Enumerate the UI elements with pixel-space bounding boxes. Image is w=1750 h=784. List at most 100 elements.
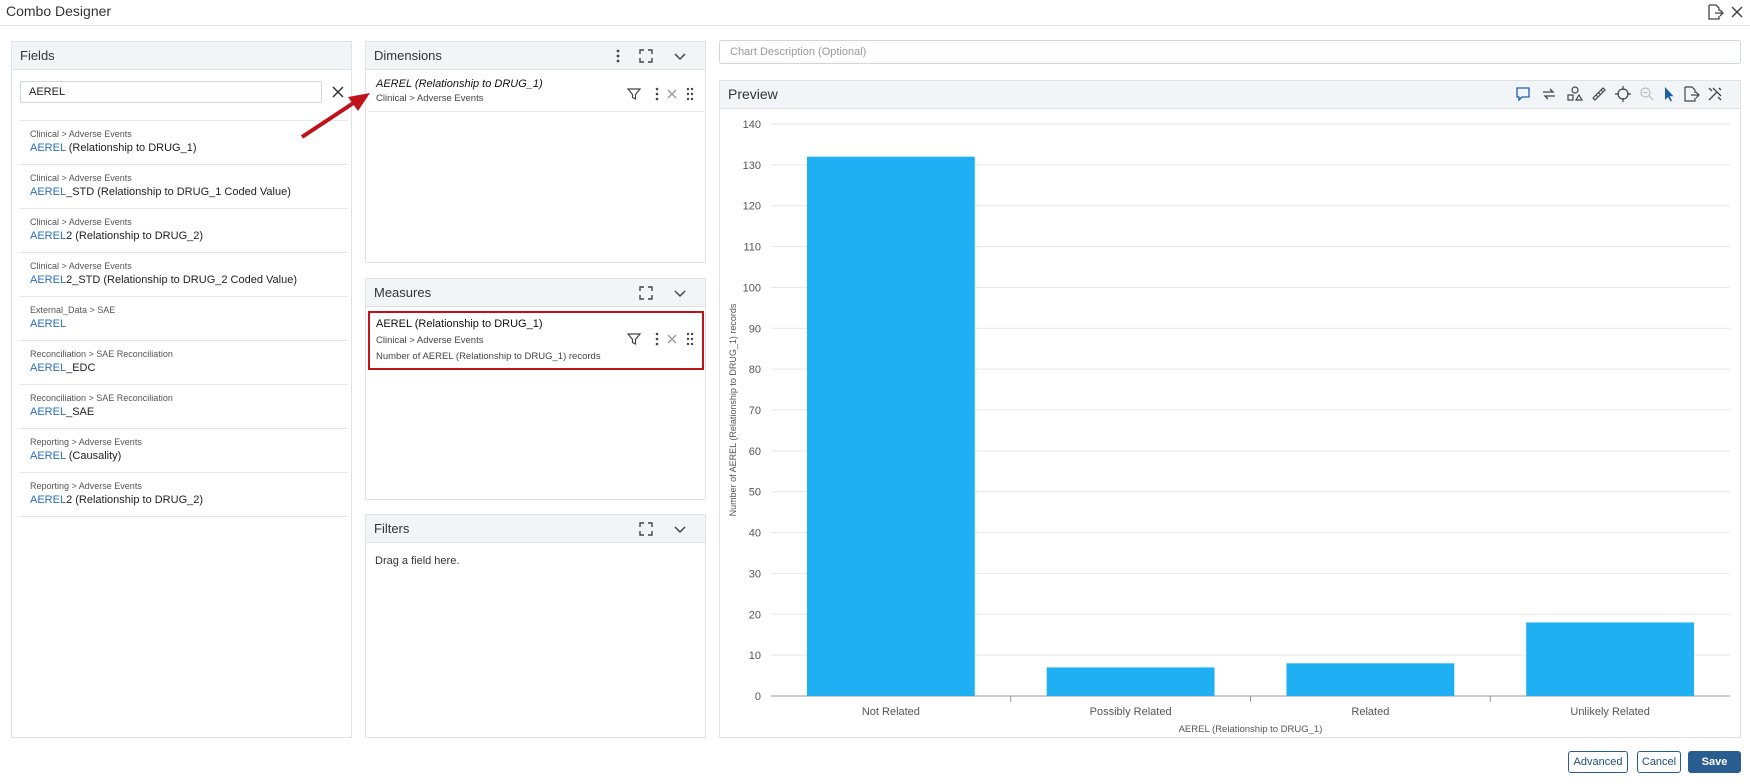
field-path: Clinical > Adverse Events [30, 129, 132, 139]
bar [1286, 663, 1455, 696]
field-list-item[interactable]: Reconciliation > SAE Reconciliation AEREL… [20, 384, 348, 428]
bar [1046, 667, 1215, 696]
drag-handle-icon[interactable] [682, 86, 698, 102]
filter-icon[interactable] [626, 331, 642, 347]
field-name-rest: _STD (Relationship to DRUG_1 Coded Value… [66, 186, 291, 198]
y-tick-label: 110 [743, 242, 761, 254]
field-path: Reconciliation > SAE Reconciliation [30, 349, 173, 359]
dimension-item-path: Clinical > Adverse Events [376, 93, 484, 104]
field-list-item[interactable]: Reporting > Adverse Events AEREL2 (Relati… [20, 472, 348, 516]
annotation-arrow [300, 93, 370, 139]
field-name: AEREL2_STD (Relationship to DRUG_2 Coded… [30, 273, 338, 288]
zoom-out-icon[interactable] [1638, 85, 1656, 103]
field-list-item[interactable]: Clinical > Adverse Events AEREL_STD (Rela… [20, 164, 348, 208]
item-options-icon[interactable] [649, 86, 665, 102]
measures-panel-header: Measures [366, 279, 705, 307]
y-tick-label: 10 [749, 650, 761, 662]
field-name: AEREL2 (Relationship to DRUG_2) [30, 229, 338, 244]
dimension-item[interactable]: AEREL (Relationship to DRUG_1) Clinical … [368, 72, 704, 112]
remove-icon[interactable] [664, 331, 680, 347]
filters-drop-zone[interactable]: Drag a field here. [375, 555, 459, 567]
y-tick-label: 60 [749, 446, 761, 458]
export-chart-icon[interactable] [1682, 85, 1700, 103]
measures-panel-title: Measures [374, 285, 432, 300]
field-list-item[interactable]: Clinical > Adverse Events AEREL2 (Relatio… [20, 208, 348, 252]
expand-icon[interactable] [637, 520, 655, 538]
filter-icon[interactable] [626, 86, 642, 102]
expand-icon[interactable] [637, 47, 655, 65]
measures-panel: Measures AEREL (Relationship to DRUG_1) … [365, 278, 706, 500]
expand-icon[interactable] [637, 284, 655, 302]
cancel-button[interactable]: Cancel [1637, 751, 1681, 773]
save-button[interactable]: Save [1688, 751, 1741, 773]
field-name-match: AEREL [30, 142, 66, 154]
y-tick-label: 20 [749, 609, 761, 621]
y-tick-label: 80 [749, 364, 761, 376]
field-name: AEREL (Relationship to DRUG_1) [30, 141, 338, 156]
y-axis-label: Number of AEREL (Relationship to DRUG_1)… [728, 303, 738, 516]
field-name-rest: _SAE [66, 406, 95, 418]
field-path: Reporting > Adverse Events [30, 437, 142, 447]
measure-item-path: Clinical > Adverse Events [376, 335, 484, 346]
field-name-rest: (Relationship to DRUG_1) [65, 142, 197, 154]
y-tick-label: 120 [743, 201, 761, 213]
fields-panel-header: Fields [12, 42, 351, 70]
chevron-down-icon[interactable] [671, 520, 689, 538]
y-tick-label: 30 [749, 568, 761, 580]
close-window-icon[interactable] [1728, 3, 1746, 21]
field-name: AEREL [30, 317, 338, 332]
field-name-match: AEREL [30, 186, 67, 198]
field-path: Clinical > Adverse Events [30, 217, 132, 227]
dimension-item-name: AEREL (Relationship to DRUG_1) [376, 78, 543, 90]
advanced-button[interactable]: Advanced [1568, 751, 1628, 773]
field-path: Reconciliation > SAE Reconciliation [30, 393, 173, 403]
field-name-rest: 2 (Relationship to DRUG_2) [66, 230, 204, 242]
dimensions-panel-title: Dimensions [374, 48, 442, 63]
chevron-down-icon[interactable] [671, 47, 689, 65]
more-options-icon[interactable] [609, 47, 627, 65]
swap-axes-icon[interactable] [1540, 85, 1558, 103]
dimensions-panel: Dimensions AEREL (Relationship to DRUG_1… [365, 41, 706, 263]
field-search-input[interactable]: AEREL [20, 81, 322, 103]
chart-description-input[interactable]: Chart Description (Optional) [719, 40, 1741, 64]
chart-types-icon[interactable] [1566, 85, 1584, 103]
field-name-rest: _EDC [66, 362, 96, 374]
field-name-match: AEREL [30, 362, 67, 374]
field-name-match: AEREL [30, 406, 67, 418]
field-list-item[interactable]: Clinical > Adverse Events AEREL2_STD (Rel… [20, 252, 348, 296]
y-tick-label: 140 [743, 119, 761, 131]
field-name: AEREL_EDC [30, 361, 338, 376]
filters-panel-title: Filters [374, 521, 410, 536]
crosshair-icon[interactable] [1614, 85, 1632, 103]
field-list-item[interactable]: Reconciliation > SAE Reconciliation AEREL… [20, 340, 348, 384]
field-list-end-divider [20, 516, 348, 517]
dimensions-panel-header: Dimensions [366, 42, 705, 70]
field-name-match: AEREL [30, 450, 66, 462]
item-options-icon[interactable] [649, 331, 665, 347]
field-name-rest: (Causality) [65, 450, 122, 462]
field-name: AEREL2 (Relationship to DRUG_2) [30, 493, 338, 508]
tools-icon[interactable] [1706, 85, 1724, 103]
preview-title: Preview [728, 86, 778, 102]
y-tick-label: 70 [749, 405, 761, 417]
x-tick-label: Related [1351, 706, 1389, 718]
y-tick-label: 90 [749, 323, 761, 335]
comment-icon[interactable] [1514, 85, 1532, 103]
bar [806, 156, 975, 696]
remove-icon[interactable] [664, 86, 680, 102]
export-icon[interactable] [1706, 3, 1724, 21]
window-title: Combo Designer [6, 3, 112, 19]
ruler-icon[interactable] [1590, 85, 1608, 103]
field-path: External_Data > SAE [30, 305, 116, 315]
x-tick-label: Not Related [862, 706, 920, 718]
drag-handle-icon[interactable] [682, 331, 698, 347]
y-tick-label: 130 [743, 160, 761, 172]
measure-item[interactable]: AEREL (Relationship to DRUG_1) Clinical … [368, 311, 704, 370]
select-cursor-icon[interactable] [1660, 85, 1678, 103]
chevron-down-icon[interactable] [671, 284, 689, 302]
x-tick-label: Unlikely Related [1570, 706, 1649, 718]
field-list-item[interactable]: Reporting > Adverse Events AEREL (Causali… [20, 428, 348, 472]
field-list-item[interactable]: External_Data > SAE AEREL [20, 296, 348, 340]
field-name: AEREL_STD (Relationship to DRUG_1 Coded … [30, 185, 338, 200]
measure-item-description: Number of AEREL (Relationship to DRUG_1)… [376, 351, 601, 362]
